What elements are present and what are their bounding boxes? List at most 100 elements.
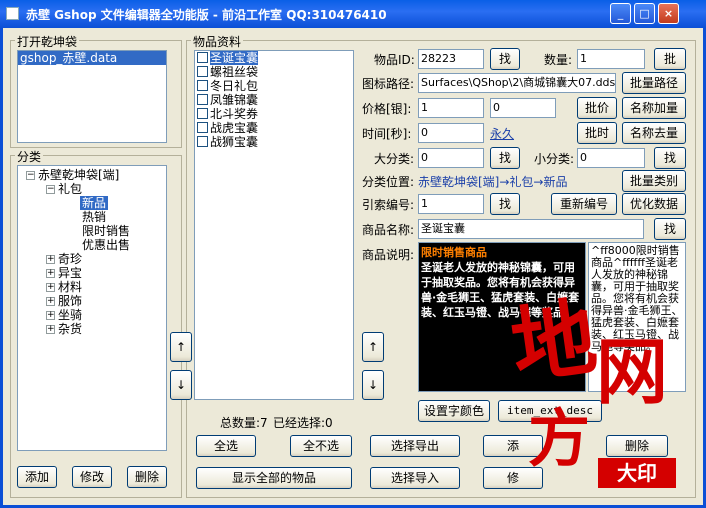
- select-all-button[interactable]: 全选: [196, 435, 256, 457]
- time-input[interactable]: 0: [418, 123, 484, 143]
- expand-icon[interactable]: +: [46, 269, 55, 278]
- tree-node-mount[interactable]: + 坐骑: [46, 308, 82, 322]
- major-category-label: 大分类:: [374, 152, 415, 166]
- item-label: 战狮宝囊: [210, 135, 259, 149]
- find-major-button[interactable]: 找: [490, 147, 520, 169]
- tree-node-hot[interactable]: 热销: [82, 210, 106, 224]
- list-item[interactable]: 螺祖丝袋: [195, 65, 353, 79]
- collapse-icon[interactable]: −: [26, 171, 35, 180]
- tree-node-label: 异宝: [58, 266, 83, 280]
- watermark-char-3: 方: [528, 402, 591, 475]
- time-label: 时间[秒]:: [362, 127, 412, 141]
- tree-node-rare[interactable]: + 奇珍: [46, 252, 82, 266]
- find-minor-button[interactable]: 找: [654, 147, 686, 169]
- icon-path-input[interactable]: Surfaces\QShop\2\商城锦囊大07.dds: [418, 73, 616, 93]
- tree-node-limited[interactable]: 限时销售: [82, 224, 130, 238]
- batch-path-button[interactable]: 批量路径: [622, 72, 686, 94]
- item-label: 螺祖丝袋: [210, 65, 259, 79]
- checkbox[interactable]: [197, 66, 208, 77]
- title-bar[interactable]: 赤壁 Gshop 文件编辑器全功能版 - 前沿工作室 QQ:310476410 …: [0, 0, 706, 28]
- list-item[interactable]: 战虎宝囊: [195, 121, 353, 135]
- index-label: 引索编号:: [362, 198, 415, 212]
- list-item[interactable]: 北斗奖券: [195, 107, 353, 121]
- move-down-button[interactable]: ↓: [170, 370, 192, 400]
- tree-node-discount[interactable]: 优惠出售: [82, 238, 130, 252]
- list-item[interactable]: 冬日礼包: [195, 79, 353, 93]
- checkbox[interactable]: [197, 108, 208, 119]
- import-selected-button[interactable]: 选择导入: [370, 467, 460, 489]
- price-input-2[interactable]: 0: [490, 98, 556, 118]
- tree-node-label: 奇珍: [58, 252, 83, 266]
- items-group-label: 物品资料: [191, 33, 244, 50]
- list-item[interactable]: 战狮宝囊: [195, 135, 353, 149]
- price-input[interactable]: 1: [418, 98, 484, 118]
- checkbox[interactable]: [197, 94, 208, 105]
- open-group-label: 打开乾坤袋: [15, 33, 80, 50]
- qty-input[interactable]: 1: [577, 49, 645, 69]
- collapse-icon[interactable]: −: [46, 185, 55, 194]
- select-none-button[interactable]: 全不选: [290, 435, 352, 457]
- delete-category-button[interactable]: 删除: [127, 466, 167, 488]
- expand-icon[interactable]: +: [46, 255, 55, 264]
- find-id-button[interactable]: 找: [490, 48, 520, 70]
- name-remove-qty-button[interactable]: 名称去量: [622, 122, 686, 144]
- tree-node-gift[interactable]: − 礼包: [46, 182, 82, 196]
- category-location-value: 赤壁乾坤袋[端]→礼包→新品: [418, 175, 568, 189]
- tree-node-root[interactable]: − 赤壁乾坤袋[端]: [26, 168, 119, 182]
- checkbox[interactable]: [197, 136, 208, 147]
- tree-node-misc[interactable]: + 杂货: [46, 322, 82, 336]
- category-tree[interactable]: − 赤壁乾坤袋[端] − 礼包 新品 热销 限时销售 优惠出售 + 奇珍 + 异宝 + 材…: [17, 165, 167, 451]
- checkbox[interactable]: [197, 122, 208, 133]
- expand-icon[interactable]: +: [46, 283, 55, 292]
- name-add-qty-button[interactable]: 名称加量: [622, 97, 686, 119]
- show-all-items-button[interactable]: 显示全部的物品: [196, 467, 352, 489]
- item-total: 总数量:7: [220, 416, 268, 430]
- watermark-char-1: 地: [505, 286, 603, 397]
- desc-down-button[interactable]: ↓: [362, 370, 384, 400]
- item-desc-label: 商品说明:: [362, 248, 415, 262]
- set-font-color-button[interactable]: 设置字颜色: [418, 400, 490, 422]
- close-button[interactable]: ×: [658, 3, 679, 24]
- tree-node-new[interactable]: 新品: [80, 196, 109, 210]
- checkbox[interactable]: [197, 80, 208, 91]
- find-index-button[interactable]: 找: [490, 193, 520, 215]
- item-id-input[interactable]: 28223: [418, 49, 484, 69]
- batch-category-button[interactable]: 批量类别: [622, 170, 686, 192]
- list-item[interactable]: 凤雏锦囊: [195, 93, 353, 107]
- tree-node-material[interactable]: + 材料: [46, 280, 82, 294]
- item-label: 凤雏锦囊: [210, 93, 259, 107]
- item-label: 圣诞宝囊: [210, 51, 259, 65]
- expand-icon[interactable]: +: [46, 297, 55, 306]
- file-list[interactable]: gshop_赤壁.data: [17, 50, 167, 143]
- expand-icon[interactable]: +: [46, 311, 55, 320]
- tree-node-treasure[interactable]: + 异宝: [46, 266, 82, 280]
- batch-qty-button[interactable]: 批: [654, 48, 686, 70]
- app-icon: [6, 7, 19, 20]
- batch-price-button[interactable]: 批价: [577, 97, 617, 119]
- major-category-input[interactable]: 0: [418, 148, 484, 168]
- list-item[interactable]: 圣诞宝囊: [195, 51, 353, 65]
- item-selected-count: 已经选择:0: [273, 416, 333, 430]
- expand-icon[interactable]: +: [46, 325, 55, 334]
- optimize-data-button[interactable]: 优化数据: [622, 193, 686, 215]
- checkbox[interactable]: [197, 52, 208, 63]
- index-input[interactable]: 1: [418, 194, 484, 214]
- minimize-button[interactable]: _: [610, 3, 631, 24]
- move-up-button[interactable]: ↑: [170, 332, 192, 362]
- minor-category-input[interactable]: 0: [577, 148, 645, 168]
- desc-up-button[interactable]: ↑: [362, 332, 384, 362]
- batch-time-button[interactable]: 批时: [577, 122, 617, 144]
- time-permanent-link[interactable]: 永久: [490, 125, 514, 142]
- edit-category-button[interactable]: 修改: [72, 466, 112, 488]
- item-list[interactable]: 圣诞宝囊 螺祖丝袋 冬日礼包 凤雏锦囊 北斗奖券 战虎宝囊 战狮宝囊: [194, 50, 354, 400]
- export-selected-button[interactable]: 选择导出: [370, 435, 460, 457]
- file-item[interactable]: gshop_赤壁.data: [18, 51, 166, 65]
- window-title: 赤壁 Gshop 文件编辑器全功能版 - 前沿工作室 QQ:310476410: [26, 8, 387, 22]
- item-name-input[interactable]: 圣诞宝囊: [418, 219, 644, 239]
- renumber-button[interactable]: 重新编号: [551, 193, 617, 215]
- tree-node-clothing[interactable]: + 服饰: [46, 294, 82, 308]
- add-category-button[interactable]: 添加: [17, 466, 57, 488]
- delete-item-button[interactable]: 删除: [606, 435, 668, 457]
- maximize-button[interactable]: □: [634, 3, 655, 24]
- find-name-button[interactable]: 找: [654, 218, 686, 240]
